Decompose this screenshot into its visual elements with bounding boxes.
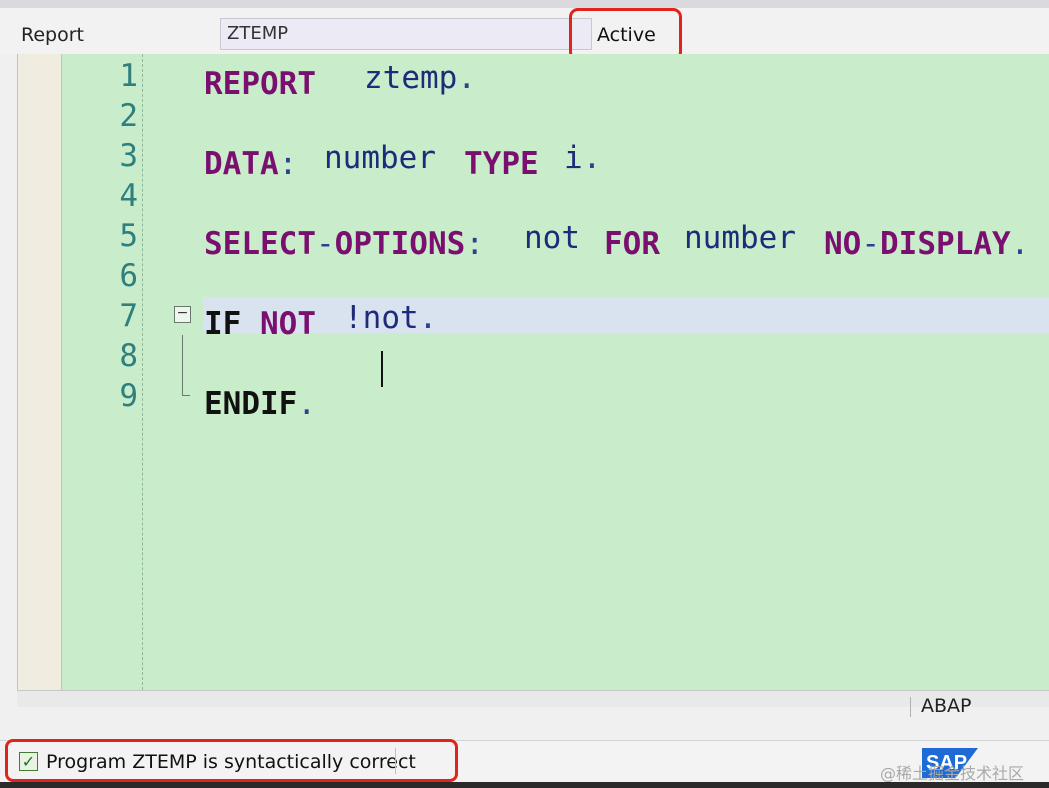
line-number: 2 <box>119 98 138 134</box>
text-cursor <box>381 351 383 387</box>
code-line-7-id[interactable]: !not. <box>344 298 437 338</box>
keyword: NO <box>824 226 862 262</box>
keyword: OPTIONS <box>334 226 466 262</box>
identifier: ztemp <box>364 60 458 96</box>
period: . <box>582 140 602 176</box>
current-line-highlight <box>203 297 1049 333</box>
period: . <box>418 300 438 336</box>
keyword: DATA <box>204 146 279 182</box>
code-line-1-rest[interactable]: ztemp. <box>364 58 476 98</box>
gutter-separator <box>142 54 143 690</box>
identifier: not <box>524 220 580 256</box>
line-number: 7 <box>119 298 138 334</box>
keyword: DISPLAY <box>880 226 1011 262</box>
identifier: number <box>684 220 796 256</box>
line-number: 5 <box>119 218 138 254</box>
language-indicator: ABAP <box>921 695 972 717</box>
identifier: !not <box>344 300 419 336</box>
colon: : <box>278 146 298 182</box>
message-highlight-box <box>5 739 458 782</box>
code-editor[interactable]: 1 2 3 4 5 6 7 8 9 REPORT ztemp. DATA: nu… <box>17 54 1049 690</box>
dash: - <box>315 226 335 262</box>
line-number: 9 <box>119 378 138 414</box>
colon: : <box>465 226 484 262</box>
line-number: 1 <box>119 58 138 94</box>
code-line-5-for[interactable]: FOR <box>604 224 660 264</box>
code-line-5-id[interactable]: not <box>524 218 580 258</box>
fold-guide-end <box>182 395 190 396</box>
code-line-9[interactable]: ENDIF. <box>204 384 316 424</box>
fold-toggle[interactable]: − <box>174 306 191 323</box>
period: . <box>297 386 316 422</box>
fold-guide <box>182 335 183 395</box>
keyword: REPORT <box>204 66 316 102</box>
line-number: 8 <box>119 338 138 374</box>
bottom-strip <box>0 782 1049 788</box>
object-type-label: Report <box>21 24 84 46</box>
code-line-5-nodisplay[interactable]: NO-DISPLAY. <box>824 224 1029 264</box>
keyword: IF <box>204 306 242 342</box>
code-line-5-id2[interactable]: number <box>684 218 796 258</box>
code-line-1[interactable]: REPORT <box>204 64 316 104</box>
code-line-7[interactable]: IF NOT <box>204 304 316 344</box>
code-line-3-end[interactable]: i. <box>564 138 601 178</box>
line-number: 3 <box>119 138 138 174</box>
keyword: TYPE <box>464 146 539 182</box>
line-number: 4 <box>119 178 138 214</box>
top-strip <box>0 0 1049 8</box>
period: . <box>457 60 476 96</box>
dash: - <box>861 226 880 262</box>
line-number: 6 <box>119 258 138 294</box>
code-line-5[interactable]: SELECT-OPTIONS: <box>204 224 484 264</box>
code-line-3-id[interactable]: number <box>324 138 436 178</box>
keyword: ENDIF <box>204 386 298 422</box>
period: . <box>1010 226 1030 262</box>
code-line-3[interactable]: DATA: <box>204 144 297 184</box>
language-separator <box>910 697 911 717</box>
identifier: i <box>564 140 583 176</box>
keyword: NOT <box>260 306 316 342</box>
keyword: FOR <box>604 226 660 262</box>
watermark: @稀土掘金技术社区 <box>880 764 1025 783</box>
editor-footer <box>17 690 1049 707</box>
code-line-3-type[interactable]: TYPE <box>464 144 539 184</box>
keyword: SELECT <box>204 226 316 262</box>
program-name-field[interactable]: ZTEMP <box>220 18 592 50</box>
identifier: number <box>324 140 436 176</box>
